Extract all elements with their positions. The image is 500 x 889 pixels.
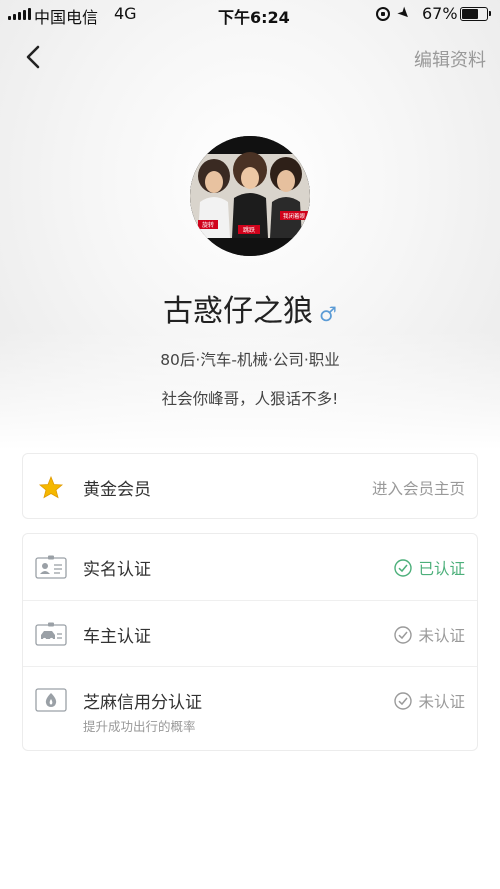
status-bar: 中国电信 4G 下午6:24 ➤ 67% bbox=[0, 0, 500, 28]
network-type: 4G bbox=[114, 4, 137, 23]
location-icon: ➤ bbox=[393, 2, 416, 24]
verify-row-car-owner[interactable]: 车主认证 未认证 bbox=[23, 600, 477, 666]
battery-icon bbox=[460, 7, 491, 21]
carrier-text: 中国电信 bbox=[34, 8, 99, 27]
avatar-label: 旋转 bbox=[202, 221, 214, 229]
check-circle-icon bbox=[394, 626, 413, 644]
sesame-icon bbox=[35, 688, 67, 712]
member-row[interactable]: 黄金会员 进入会员主页 bbox=[23, 454, 477, 520]
username-text: 古惑仔之狼 bbox=[163, 294, 314, 329]
verify-label: 实名认证 bbox=[83, 560, 151, 580]
verify-status-text: 未认证 bbox=[418, 627, 465, 645]
verify-label: 车主认证 bbox=[83, 627, 151, 647]
verification-card: 实名认证 已认证 车主认证 未认证 芝麻信用分认证 提升成功出行的概率 未认证 bbox=[22, 533, 478, 751]
signal-icon bbox=[8, 8, 31, 20]
star-icon bbox=[38, 475, 64, 499]
member-home-link[interactable]: 进入会员主页 bbox=[372, 477, 465, 499]
car-icon bbox=[35, 622, 67, 646]
verify-status: 已认证 bbox=[394, 557, 465, 579]
avatar-label: 我闭着眼 bbox=[283, 212, 306, 220]
verify-status-text: 未认证 bbox=[418, 693, 465, 711]
verify-label: 芝麻信用分认证 bbox=[83, 693, 202, 713]
member-label: 黄金会员 bbox=[83, 480, 151, 500]
profile-tags: 80后·汽车-机械·公司·职业 bbox=[160, 351, 340, 369]
verify-subtitle: 提升成功出行的概率 bbox=[83, 719, 196, 734]
avatar[interactable]: 旋转 跳跃 我闭着眼 bbox=[190, 136, 310, 256]
id-card-icon bbox=[35, 555, 67, 579]
edit-profile-button[interactable]: 编辑资料 bbox=[414, 46, 486, 72]
check-circle-icon bbox=[394, 692, 413, 710]
status-time: 下午6:24 bbox=[218, 8, 290, 27]
back-button[interactable] bbox=[20, 42, 50, 72]
profile-bio: 社会你峰哥，人狠话不多! bbox=[161, 390, 339, 408]
verify-status: 未认证 bbox=[394, 690, 465, 712]
avatar-label: 跳跃 bbox=[243, 226, 255, 234]
verify-row-sesame-credit[interactable]: 芝麻信用分认证 提升成功出行的概率 未认证 bbox=[23, 666, 477, 752]
verify-status: 未认证 bbox=[394, 624, 465, 646]
verify-row-realname[interactable]: 实名认证 已认证 bbox=[23, 534, 477, 600]
verify-status-text: 已认证 bbox=[418, 560, 465, 578]
chevron-left-icon bbox=[26, 45, 40, 69]
battery-percent: 67% bbox=[422, 4, 458, 23]
check-circle-icon bbox=[394, 559, 413, 577]
male-gender-icon: ♂ bbox=[319, 302, 337, 326]
username: 古惑仔之狼 ♂ bbox=[0, 286, 500, 330]
member-card[interactable]: 黄金会员 进入会员主页 bbox=[22, 453, 478, 519]
rotation-lock-icon bbox=[376, 7, 390, 21]
